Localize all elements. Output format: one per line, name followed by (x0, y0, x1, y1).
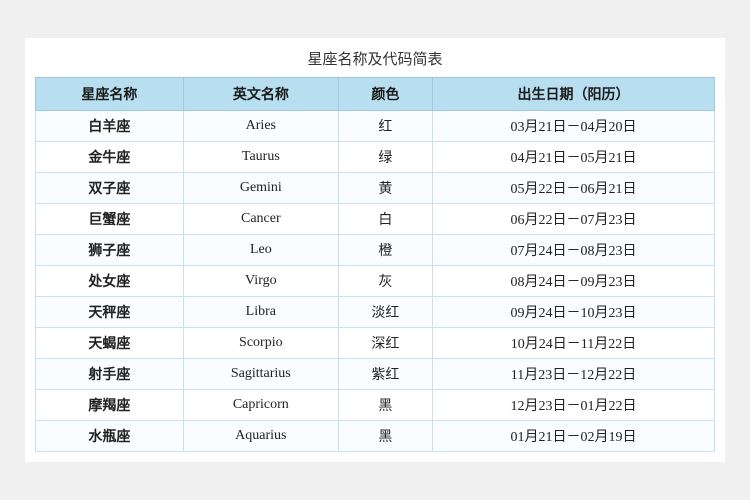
cell-date: 09月24日－10月23日 (432, 297, 714, 328)
cell-date: 12月23日－01月22日 (432, 390, 714, 421)
table-row: 白羊座Aries红03月21日－04月20日 (36, 111, 715, 142)
cell-color: 橙 (338, 235, 432, 266)
cell-cn-name: 摩羯座 (36, 390, 184, 421)
cell-en-name: Cancer (183, 204, 338, 235)
cell-cn-name: 狮子座 (36, 235, 184, 266)
table-row: 射手座Sagittarius紫红11月23日－12月22日 (36, 359, 715, 390)
cell-en-name: Scorpio (183, 328, 338, 359)
cell-date: 05月22日－06月21日 (432, 173, 714, 204)
zodiac-table: 星座名称 英文名称 颜色 出生日期（阳历） 白羊座Aries红03月21日－04… (35, 77, 715, 452)
table-row: 金牛座Taurus绿04月21日－05月21日 (36, 142, 715, 173)
cell-cn-name: 射手座 (36, 359, 184, 390)
table-row: 天秤座Libra淡红09月24日－10月23日 (36, 297, 715, 328)
table-row: 巨蟹座Cancer白06月22日－07月23日 (36, 204, 715, 235)
cell-en-name: Leo (183, 235, 338, 266)
cell-color: 深红 (338, 328, 432, 359)
cell-color: 黄 (338, 173, 432, 204)
cell-color: 黑 (338, 390, 432, 421)
cell-date: 06月22日－07月23日 (432, 204, 714, 235)
cell-color: 灰 (338, 266, 432, 297)
table-row: 狮子座Leo橙07月24日－08月23日 (36, 235, 715, 266)
cell-en-name: Libra (183, 297, 338, 328)
table-header-row: 星座名称 英文名称 颜色 出生日期（阳历） (36, 78, 715, 111)
cell-cn-name: 金牛座 (36, 142, 184, 173)
table-row: 双子座Gemini黄05月22日－06月21日 (36, 173, 715, 204)
cell-color: 紫红 (338, 359, 432, 390)
table-row: 摩羯座Capricorn黑12月23日－01月22日 (36, 390, 715, 421)
cell-date: 04月21日－05月21日 (432, 142, 714, 173)
table-body: 白羊座Aries红03月21日－04月20日金牛座Taurus绿04月21日－0… (36, 111, 715, 452)
table-row: 水瓶座Aquarius黑01月21日－02月19日 (36, 421, 715, 452)
header-en-name: 英文名称 (183, 78, 338, 111)
cell-en-name: Gemini (183, 173, 338, 204)
cell-color: 红 (338, 111, 432, 142)
cell-cn-name: 天秤座 (36, 297, 184, 328)
table-row: 处女座Virgo灰08月24日－09月23日 (36, 266, 715, 297)
cell-date: 01月21日－02月19日 (432, 421, 714, 452)
cell-date: 07月24日－08月23日 (432, 235, 714, 266)
cell-date: 10月24日－11月22日 (432, 328, 714, 359)
cell-en-name: Aquarius (183, 421, 338, 452)
cell-cn-name: 白羊座 (36, 111, 184, 142)
cell-en-name: Capricorn (183, 390, 338, 421)
cell-date: 08月24日－09月23日 (432, 266, 714, 297)
cell-date: 11月23日－12月22日 (432, 359, 714, 390)
header-cn-name: 星座名称 (36, 78, 184, 111)
cell-color: 黑 (338, 421, 432, 452)
header-date: 出生日期（阳历） (432, 78, 714, 111)
header-color: 颜色 (338, 78, 432, 111)
cell-color: 白 (338, 204, 432, 235)
cell-cn-name: 处女座 (36, 266, 184, 297)
cell-en-name: Taurus (183, 142, 338, 173)
cell-en-name: Sagittarius (183, 359, 338, 390)
cell-cn-name: 水瓶座 (36, 421, 184, 452)
cell-en-name: Aries (183, 111, 338, 142)
table-row: 天蝎座Scorpio深红10月24日－11月22日 (36, 328, 715, 359)
cell-date: 03月21日－04月20日 (432, 111, 714, 142)
cell-color: 绿 (338, 142, 432, 173)
cell-en-name: Virgo (183, 266, 338, 297)
cell-cn-name: 双子座 (36, 173, 184, 204)
page-title: 星座名称及代码简表 (35, 48, 715, 69)
cell-color: 淡红 (338, 297, 432, 328)
main-container: 星座名称及代码简表 星座名称 英文名称 颜色 出生日期（阳历） 白羊座Aries… (25, 38, 725, 462)
cell-cn-name: 天蝎座 (36, 328, 184, 359)
cell-cn-name: 巨蟹座 (36, 204, 184, 235)
